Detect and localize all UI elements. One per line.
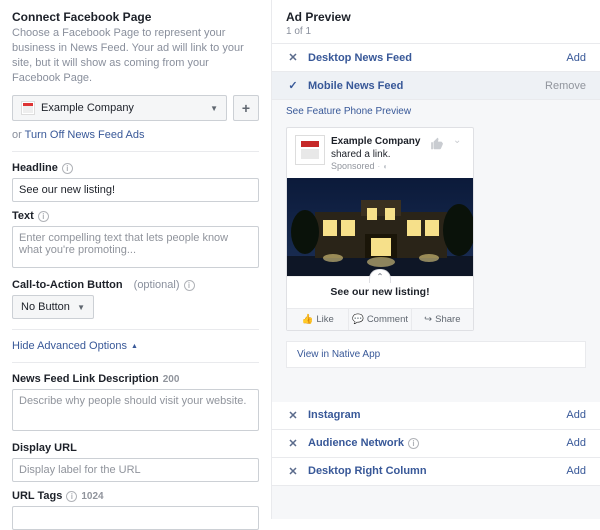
- add-placement-button[interactable]: Add: [566, 437, 586, 449]
- chevron-down-icon[interactable]: ⌄: [453, 135, 465, 173]
- feature-phone-preview-link[interactable]: See Feature Phone Preview: [272, 100, 600, 123]
- info-icon[interactable]: i: [66, 491, 77, 502]
- check-icon: ✓: [286, 79, 300, 92]
- like-button[interactable]: 👍Like: [287, 309, 349, 330]
- placement-instagram[interactable]: ✕ Instagram Add: [272, 402, 600, 430]
- divider: [12, 362, 259, 363]
- text-label: Text i: [12, 210, 259, 222]
- cta-select[interactable]: No Button ▼: [12, 295, 94, 319]
- display-url-label: Display URL: [12, 442, 259, 454]
- mock-sponsored-label: Sponsored·◐: [331, 161, 421, 173]
- advanced-options-toggle[interactable]: Hide Advanced Options ▲: [12, 340, 259, 352]
- facebook-page-select[interactable]: Example Company ▼: [12, 95, 227, 121]
- add-page-button[interactable]: +: [233, 95, 259, 121]
- ad-form-pane: Connect Facebook Page Choose a Facebook …: [0, 0, 272, 519]
- triangle-up-icon: ▲: [131, 343, 138, 350]
- caret-down-icon: ▼: [210, 104, 218, 113]
- placement-desktop-news-feed[interactable]: ✕ Desktop News Feed Add: [272, 44, 600, 72]
- headline-input[interactable]: [12, 178, 259, 202]
- page-logo-icon: [21, 101, 35, 115]
- url-tags-input[interactable]: [12, 506, 259, 530]
- caret-down-icon: ▼: [77, 303, 85, 312]
- company-avatar-icon: [295, 135, 325, 165]
- divider: [12, 329, 259, 330]
- turn-off-newsfeed-link[interactable]: Turn Off News Feed Ads: [25, 129, 145, 141]
- share-button[interactable]: ↪Share: [412, 309, 473, 330]
- placement-audience-network[interactable]: ✕ Audience Network i Add: [272, 430, 600, 458]
- thumb-up-icon: [427, 135, 447, 153]
- text-input[interactable]: [12, 226, 259, 268]
- x-icon: ✕: [286, 51, 300, 64]
- preview-title: Ad Preview: [286, 10, 586, 24]
- preview-header: Ad Preview 1 of 1: [272, 0, 600, 44]
- url-tags-label: URL Tags i 1024: [12, 490, 259, 502]
- x-icon: ✕: [286, 465, 300, 478]
- comment-button[interactable]: 💬Comment: [349, 309, 411, 330]
- selected-page-name: Example Company: [41, 102, 134, 114]
- display-url-input[interactable]: [12, 458, 259, 482]
- privacy-icon: ◐: [383, 162, 388, 172]
- ad-preview-pane: Ad Preview 1 of 1 ✕ Desktop News Feed Ad…: [272, 0, 600, 519]
- placement-mobile-news-feed[interactable]: ✓ Mobile News Feed Remove: [272, 72, 600, 100]
- mock-caption: ⌃ See our new listing!: [287, 276, 473, 308]
- mock-action-bar: 👍Like 💬Comment ↪Share: [287, 308, 473, 330]
- share-icon: ↪: [424, 314, 432, 325]
- preview-count: 1 of 1: [286, 26, 586, 37]
- globe-icon: ·: [378, 162, 381, 172]
- info-icon[interactable]: i: [184, 280, 195, 291]
- add-placement-button[interactable]: Add: [566, 409, 586, 421]
- view-native-app-link[interactable]: View in Native App: [286, 341, 586, 368]
- x-icon: ✕: [286, 437, 300, 450]
- headline-label: Headline i: [12, 162, 259, 174]
- mobile-preview-area: Example Company shared a link. Sponsored…: [272, 123, 600, 378]
- remove-placement-button[interactable]: Remove: [545, 80, 586, 92]
- url-tags-counter: 1024: [81, 491, 103, 502]
- mobile-ad-mock: Example Company shared a link. Sponsored…: [286, 127, 474, 331]
- divider: [12, 151, 259, 152]
- info-icon[interactable]: i: [62, 163, 73, 174]
- add-placement-button[interactable]: Add: [566, 465, 586, 477]
- placement-desktop-right-column[interactable]: ✕ Desktop Right Column Add: [272, 458, 600, 486]
- x-icon: ✕: [286, 409, 300, 422]
- connect-page-subtext: Choose a Facebook Page to represent your…: [12, 26, 259, 85]
- add-placement-button[interactable]: Add: [566, 52, 586, 64]
- comment-icon: 💬: [352, 314, 364, 325]
- mock-shared-text: shared a link.: [331, 149, 390, 160]
- mock-company-name: Example Company: [331, 136, 420, 147]
- nfld-counter: 200: [163, 374, 180, 385]
- mock-ad-image: [287, 178, 473, 276]
- chevron-up-icon[interactable]: ⌃: [369, 269, 391, 283]
- thumb-icon: 👍: [302, 314, 314, 325]
- nfld-input[interactable]: [12, 389, 259, 431]
- info-icon[interactable]: i: [408, 438, 419, 449]
- nfld-label: News Feed Link Description 200: [12, 373, 259, 385]
- or-turn-off-row: or Turn Off News Feed Ads: [12, 129, 259, 141]
- info-icon[interactable]: i: [38, 211, 49, 222]
- cta-label: Call-to-Action Button (optional) i: [12, 279, 259, 291]
- connect-page-title: Connect Facebook Page: [12, 10, 259, 24]
